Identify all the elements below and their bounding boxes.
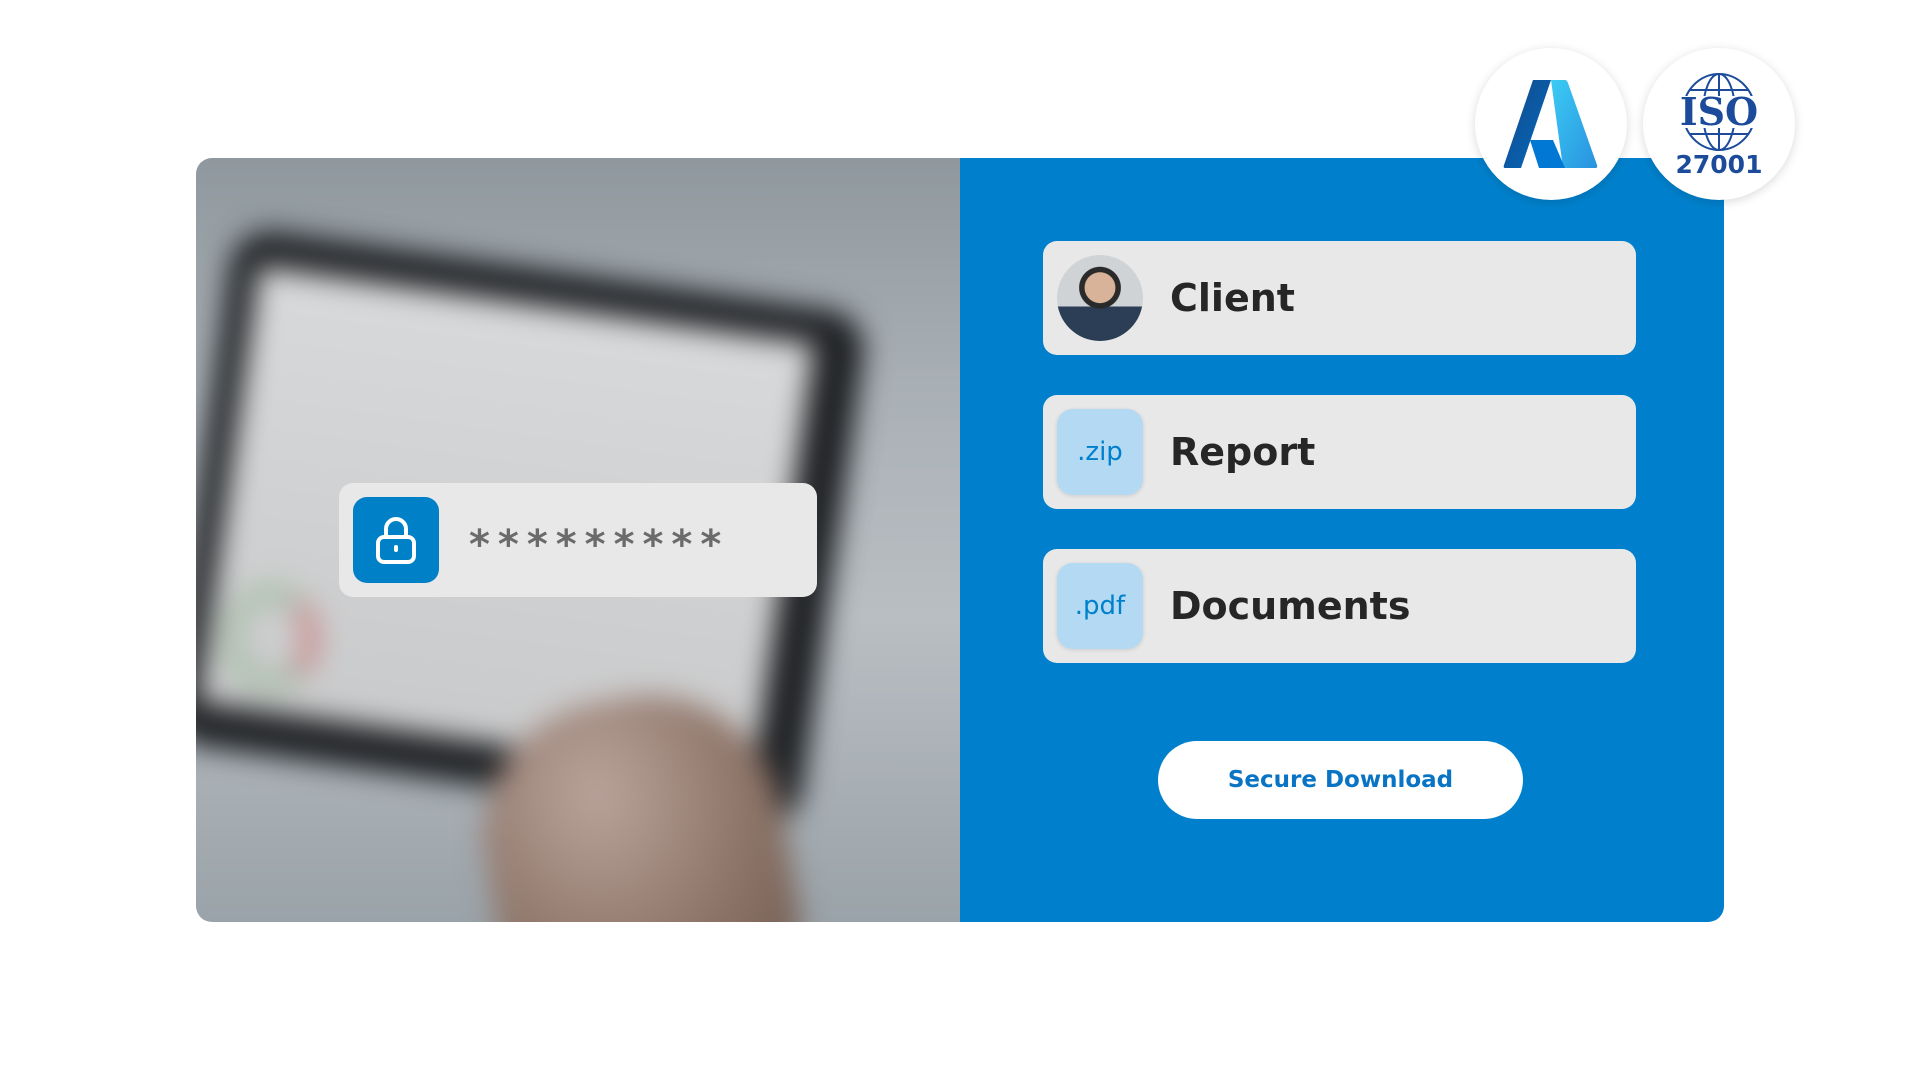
pdf-file-icon: .pdf	[1057, 563, 1143, 649]
iso-globe-logo-icon: ISO	[1669, 72, 1769, 151]
client-avatar	[1057, 255, 1143, 341]
list-item-documents[interactable]: .pdf Documents	[1043, 549, 1636, 663]
item-label: Documents	[1170, 584, 1411, 628]
item-label: Client	[1170, 276, 1295, 320]
lock-icon	[353, 497, 439, 583]
password-field[interactable]: *********	[339, 483, 817, 597]
azure-logo-icon	[1503, 80, 1598, 168]
svg-text:ISO: ISO	[1680, 89, 1758, 134]
azure-badge	[1475, 48, 1627, 200]
item-label: Report	[1170, 430, 1316, 474]
list-item-report[interactable]: .zip Report	[1043, 395, 1636, 509]
list-item-client[interactable]: Client	[1043, 241, 1636, 355]
secure-download-button[interactable]: Secure Download	[1158, 741, 1523, 819]
iso-27001-badge: ISO 27001	[1643, 48, 1795, 200]
iso-number: 27001	[1675, 149, 1763, 179]
zip-file-icon: .zip	[1057, 409, 1143, 495]
password-mask: *********	[469, 522, 730, 568]
